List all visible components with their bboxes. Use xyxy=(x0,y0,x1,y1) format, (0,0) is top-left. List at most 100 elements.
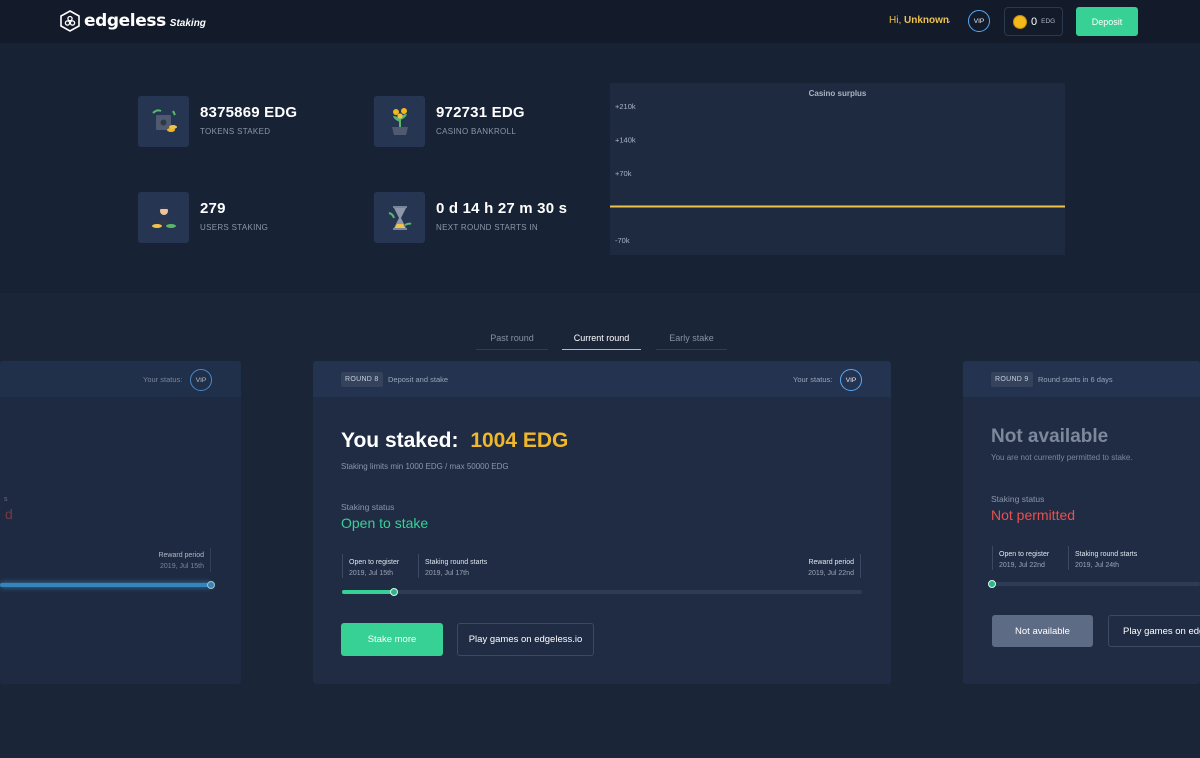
current-round-card: ROUND 8 Deposit and stake Your status: V… xyxy=(313,361,891,684)
balance-display: 0 EDG xyxy=(1004,7,1063,36)
tab-current-round[interactable]: Current round xyxy=(562,333,641,350)
y-tick-label: +140k xyxy=(615,136,636,145)
vip-badge: VIP xyxy=(968,10,990,32)
timeline-divider xyxy=(418,554,419,578)
stat-label: TOKENS STAKED xyxy=(200,127,271,136)
stat-label: USERS STAKING xyxy=(200,223,269,232)
status-label: Your status: xyxy=(793,375,833,384)
edgeless-logo-icon xyxy=(60,10,80,32)
timeline-divider xyxy=(1068,546,1069,570)
tab-early-stake[interactable]: Early stake xyxy=(656,333,727,350)
stat-next-round: 0 d 14 h 27 m 30 s NEXT ROUND STARTS IN xyxy=(374,192,567,243)
brand-subtitle: Staking xyxy=(169,17,206,29)
timeline-date: 2019, Jul 17th xyxy=(425,570,469,577)
casino-surplus-chart: +210k +140k +70k -70k Casino surplus xyxy=(610,83,1065,255)
deposit-button[interactable]: Deposit xyxy=(1076,7,1138,36)
card-header: ROUND 9 Round starts in 6 days xyxy=(963,361,1200,397)
timeline-label: Staking round starts xyxy=(425,559,488,566)
not-available-button[interactable]: Not available xyxy=(992,615,1093,647)
timeline-date: 2019, Jul 22nd xyxy=(808,570,854,577)
timeline-label: Open to register xyxy=(349,559,400,566)
progress-dot xyxy=(988,580,996,588)
timeline-date: 2019, Jul 22nd xyxy=(999,562,1045,569)
username: Unknown xyxy=(904,15,949,26)
staked-heading: You staked: 1004 EDG xyxy=(341,429,568,453)
round-description: Round starts in 6 days xyxy=(1038,375,1113,384)
card-header: ROUND 8 Deposit and stake Your status: V… xyxy=(313,361,891,397)
balance-amount: 0 xyxy=(1031,15,1038,28)
progress-track xyxy=(342,590,862,594)
money-plant-icon xyxy=(374,96,425,147)
progress-dot xyxy=(207,581,215,589)
staking-status-value: Not permitted xyxy=(991,507,1076,523)
round-description: Deposit and stake xyxy=(388,375,449,384)
user-greeting[interactable]: Hi, Unknown xyxy=(889,15,949,26)
chart-canvas: +210k +140k +70k -70k xyxy=(610,102,1065,245)
play-games-button[interactable]: Play games on edg xyxy=(1108,615,1200,647)
progress-fill xyxy=(342,590,394,594)
play-games-button[interactable]: Play games on edgeless.io xyxy=(457,623,594,656)
tab-past-round[interactable]: Past round xyxy=(476,333,548,350)
timeline-date: 2019, Jul 24th xyxy=(1075,562,1119,569)
status-label: Your status: xyxy=(143,375,183,384)
timeline-date: 2019, Jul 15th xyxy=(349,570,393,577)
stat-value: 972731 EDG xyxy=(436,104,525,121)
status-value-fragment: d xyxy=(5,506,13,522)
timeline-label: Open to register xyxy=(999,551,1050,558)
status-label-fragment: s xyxy=(4,496,8,503)
round-tag: ROUND 8 xyxy=(341,372,383,387)
progress-track-full xyxy=(0,583,212,587)
timeline-open-register: Open to register 2019, Jul 15th xyxy=(349,557,399,579)
staked-value: 1004 EDG xyxy=(470,429,569,452)
not-available-title: Not available xyxy=(991,426,1109,447)
safe-icon xyxy=(138,96,189,147)
timeline-divider xyxy=(860,554,861,578)
y-tick-label: +70k xyxy=(615,169,632,178)
staked-label: You staked: xyxy=(341,429,459,452)
stats-section: 8375869 EDG TOKENS STAKED 972731 EDG CAS… xyxy=(0,43,1200,293)
balance-currency: EDG xyxy=(1041,18,1056,25)
stat-tokens-staked: 8375869 EDG TOKENS STAKED xyxy=(138,96,297,147)
staking-limits: Staking limits min 1000 EDG / max 50000 … xyxy=(341,462,509,471)
card-header: Your status: VIP xyxy=(0,361,241,397)
past-round-card: Your status: VIP s d Reward period 2019,… xyxy=(0,361,241,684)
timeline-divider xyxy=(992,546,993,570)
stat-value: 0 d 14 h 27 m 30 s xyxy=(436,200,568,217)
timeline-label: Reward period xyxy=(808,559,854,566)
round-tag: ROUND 9 xyxy=(991,372,1033,387)
timeline-divider xyxy=(210,548,211,572)
timeline-label: Staking round starts xyxy=(1075,551,1138,558)
top-navigation: edgeless Staking Hi, Unknown ⌄ VIP 0 EDG… xyxy=(0,0,1200,43)
staking-status-label: Staking status xyxy=(991,494,1045,504)
staking-status-label: Staking status xyxy=(341,502,395,512)
timeline-open-register: Open to register 2019, Jul 22nd xyxy=(999,549,1049,571)
stat-label: NEXT ROUND STARTS IN xyxy=(436,223,539,232)
chevron-down-icon[interactable]: ⌄ xyxy=(945,16,952,25)
not-available-subtitle: You are not currently permitted to stake… xyxy=(991,453,1133,462)
staking-status-value: Open to stake xyxy=(341,515,429,531)
timeline-divider xyxy=(342,554,343,578)
vip-badge: VIP xyxy=(190,369,212,391)
hourglass-icon xyxy=(374,192,425,243)
timeline-staking-starts: Staking round starts 2019, Jul 17th xyxy=(425,557,487,579)
timeline-label: Reward period xyxy=(158,552,204,559)
stat-value: 279 xyxy=(200,200,226,217)
vip-badge: VIP xyxy=(840,369,862,391)
timeline-reward-period: Reward period 2019, Jul 15th xyxy=(154,550,204,572)
timeline-date: 2019, Jul 15th xyxy=(160,563,204,570)
stat-label: CASINO BANKROLL xyxy=(436,127,517,136)
stat-users-staking: 279 USERS STAKING xyxy=(138,192,268,243)
progress-track xyxy=(992,582,1200,586)
stake-more-button[interactable]: Stake more xyxy=(341,623,443,656)
stat-casino-bankroll: 972731 EDG CASINO BANKROLL xyxy=(374,96,525,147)
progress-dot xyxy=(390,588,398,596)
chart-title: Casino surplus xyxy=(808,89,867,98)
stat-value: 8375869 EDG xyxy=(200,104,298,121)
brand-logo[interactable]: edgeless Staking xyxy=(60,10,206,32)
y-tick-label: -70k xyxy=(615,236,630,245)
next-round-card: ROUND 9 Round starts in 6 days Not avail… xyxy=(963,361,1200,684)
greeting-prefix: Hi, xyxy=(889,15,904,26)
timeline-reward-period: Reward period 2019, Jul 22nd xyxy=(783,557,854,579)
brand-name: edgeless xyxy=(84,11,166,31)
y-tick-label: +210k xyxy=(615,102,636,111)
